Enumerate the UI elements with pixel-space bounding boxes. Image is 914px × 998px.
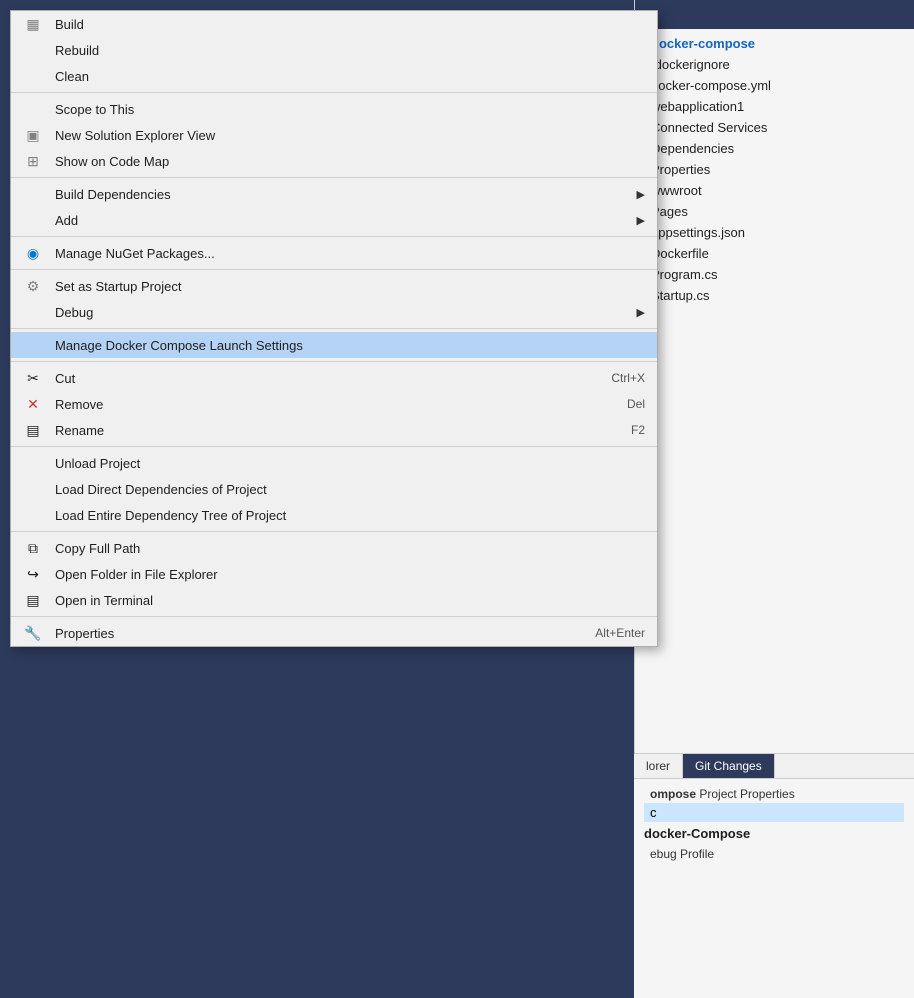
menu-divider <box>11 328 657 329</box>
bottom-tabs: lorerGit Changes <box>634 753 914 778</box>
bottom-tab-git-changes[interactable]: Git Changes <box>683 754 775 778</box>
menu-item-show-on-code-map[interactable]: ⊞ Show on Code Map <box>11 148 657 174</box>
tree-item[interactable]: appsettings.json <box>635 222 914 243</box>
submenu-arrow-icon: ▶ <box>637 214 645 227</box>
build-icon: ▦ <box>23 16 43 33</box>
explorer-icon: ▣ <box>23 127 43 144</box>
bottom-panel-highlighted-row: c <box>644 803 904 822</box>
menu-item-label: Unload Project <box>55 456 645 471</box>
tree-item[interactable]: Pages <box>635 201 914 222</box>
bottom-panel-section1: ompose Project Properties <box>644 785 904 803</box>
solution-explorer-panel: ◆ docker-compose.dockerignoredocker-comp… <box>634 0 914 998</box>
menu-item-copy-full-path[interactable]: ⧉ Copy Full Path <box>11 535 657 561</box>
map-icon: ⊞ <box>23 153 43 170</box>
menu-item-properties[interactable]: 🔧 PropertiesAlt+Enter <box>11 620 657 646</box>
gear-icon: ⚙ <box>23 278 43 295</box>
tree-item[interactable]: wwwroot <box>635 180 914 201</box>
menu-item-build-dependencies[interactable]: Build Dependencies▶ <box>11 181 657 207</box>
menu-item-label: Show on Code Map <box>55 154 645 169</box>
menu-item-label: Add <box>55 213 637 228</box>
solution-explorer-header: ◆ <box>635 0 914 29</box>
copy-icon: ⧉ <box>23 540 43 557</box>
context-menu: ▦ Build Rebuild Clean Scope to This ▣ New Solu… <box>10 10 658 647</box>
menu-item-label: Cut <box>55 371 571 386</box>
menu-item-manage-nuget[interactable]: ◉ Manage NuGet Packages... <box>11 240 657 266</box>
tree-item[interactable]: webapplication1 <box>635 96 914 117</box>
tree-item[interactable]: .dockerignore <box>635 54 914 75</box>
menu-item-load-entire[interactable]: Load Entire Dependency Tree of Project <box>11 502 657 528</box>
tree-item[interactable]: Program.cs <box>635 264 914 285</box>
menu-item-build[interactable]: ▦ Build <box>11 11 657 37</box>
menu-item-label: Copy Full Path <box>55 541 645 556</box>
menu-item-open-folder[interactable]: ↪ Open Folder in File Explorer <box>11 561 657 587</box>
menu-item-cut[interactable]: ✂ CutCtrl+X <box>11 365 657 391</box>
tree-item[interactable]: Startup.cs <box>635 285 914 306</box>
menu-item-label: Rebuild <box>55 43 645 58</box>
terminal-icon: ▤ <box>23 592 43 609</box>
bottom-panel: ompose Project Propertiescdocker-Compose… <box>634 778 914 998</box>
menu-item-load-direct[interactable]: Load Direct Dependencies of Project <box>11 476 657 502</box>
menu-divider <box>11 531 657 532</box>
menu-divider <box>11 361 657 362</box>
menu-item-shortcut: Ctrl+X <box>571 371 645 385</box>
menu-item-label: Properties <box>55 626 555 641</box>
tree-item[interactable]: docker-compose <box>635 33 914 54</box>
menu-divider <box>11 269 657 270</box>
menu-divider <box>11 446 657 447</box>
menu-item-open-terminal[interactable]: ▤ Open in Terminal <box>11 587 657 613</box>
menu-item-rebuild[interactable]: Rebuild <box>11 37 657 63</box>
menu-item-manage-docker[interactable]: Manage Docker Compose Launch Settings <box>11 332 657 358</box>
menu-item-label: Remove <box>55 397 587 412</box>
menu-divider <box>11 236 657 237</box>
bottom-panel-title: docker-Compose <box>644 822 904 845</box>
menu-item-debug[interactable]: Debug▶ <box>11 299 657 325</box>
tree-items: docker-compose.dockerignoredocker-compos… <box>635 29 914 310</box>
menu-item-label: Manage NuGet Packages... <box>55 246 645 261</box>
menu-item-unload-project[interactable]: Unload Project <box>11 450 657 476</box>
menu-item-scope-to-this[interactable]: Scope to This <box>11 96 657 122</box>
menu-item-new-solution-explorer-view[interactable]: ▣ New Solution Explorer View <box>11 122 657 148</box>
menu-item-label: Load Entire Dependency Tree of Project <box>55 508 645 523</box>
menu-divider <box>11 177 657 178</box>
tree-item[interactable]: Properties <box>635 159 914 180</box>
menu-item-remove[interactable]: ✕ RemoveDel <box>11 391 657 417</box>
menu-item-set-startup[interactable]: ⚙ Set as Startup Project <box>11 273 657 299</box>
menu-item-shortcut: Alt+Enter <box>555 626 645 640</box>
submenu-arrow-icon: ▶ <box>637 306 645 319</box>
menu-item-clean[interactable]: Clean <box>11 63 657 89</box>
menu-item-label: Open in Terminal <box>55 593 645 608</box>
menu-item-label: Scope to This <box>55 102 645 117</box>
menu-divider <box>11 616 657 617</box>
menu-divider <box>11 92 657 93</box>
tree-item[interactable]: Dockerfile <box>635 243 914 264</box>
menu-item-label: Load Direct Dependencies of Project <box>55 482 645 497</box>
tree-item[interactable]: Dependencies <box>635 138 914 159</box>
tree-item[interactable]: Connected Services <box>635 117 914 138</box>
rename-icon: ▤ <box>23 422 43 439</box>
menu-item-label: Build <box>55 17 645 32</box>
submenu-arrow-icon: ▶ <box>637 188 645 201</box>
tree-item[interactable]: docker-compose.yml <box>635 75 914 96</box>
folder-icon: ↪ <box>23 566 43 583</box>
cut-icon: ✂ <box>23 370 43 387</box>
menu-item-label: Manage Docker Compose Launch Settings <box>55 338 645 353</box>
menu-item-add[interactable]: Add▶ <box>11 207 657 233</box>
menu-item-label: Build Dependencies <box>55 187 637 202</box>
menu-item-label: Set as Startup Project <box>55 279 645 294</box>
menu-item-label: Debug <box>55 305 637 320</box>
menu-item-rename[interactable]: ▤ RenameF2 <box>11 417 657 443</box>
remove-icon: ✕ <box>23 396 43 413</box>
wrench-icon: 🔧 <box>23 625 43 642</box>
bottom-panel-row3: ebug Profile <box>644 845 904 863</box>
bottom-tab-lorer[interactable]: lorer <box>634 754 683 778</box>
menu-item-shortcut: Del <box>587 397 645 411</box>
menu-item-label: Rename <box>55 423 591 438</box>
menu-item-shortcut: F2 <box>591 423 645 437</box>
menu-item-label: Clean <box>55 69 645 84</box>
menu-item-label: New Solution Explorer View <box>55 128 645 143</box>
menu-item-label: Open Folder in File Explorer <box>55 567 645 582</box>
nuget-icon: ◉ <box>23 245 43 262</box>
